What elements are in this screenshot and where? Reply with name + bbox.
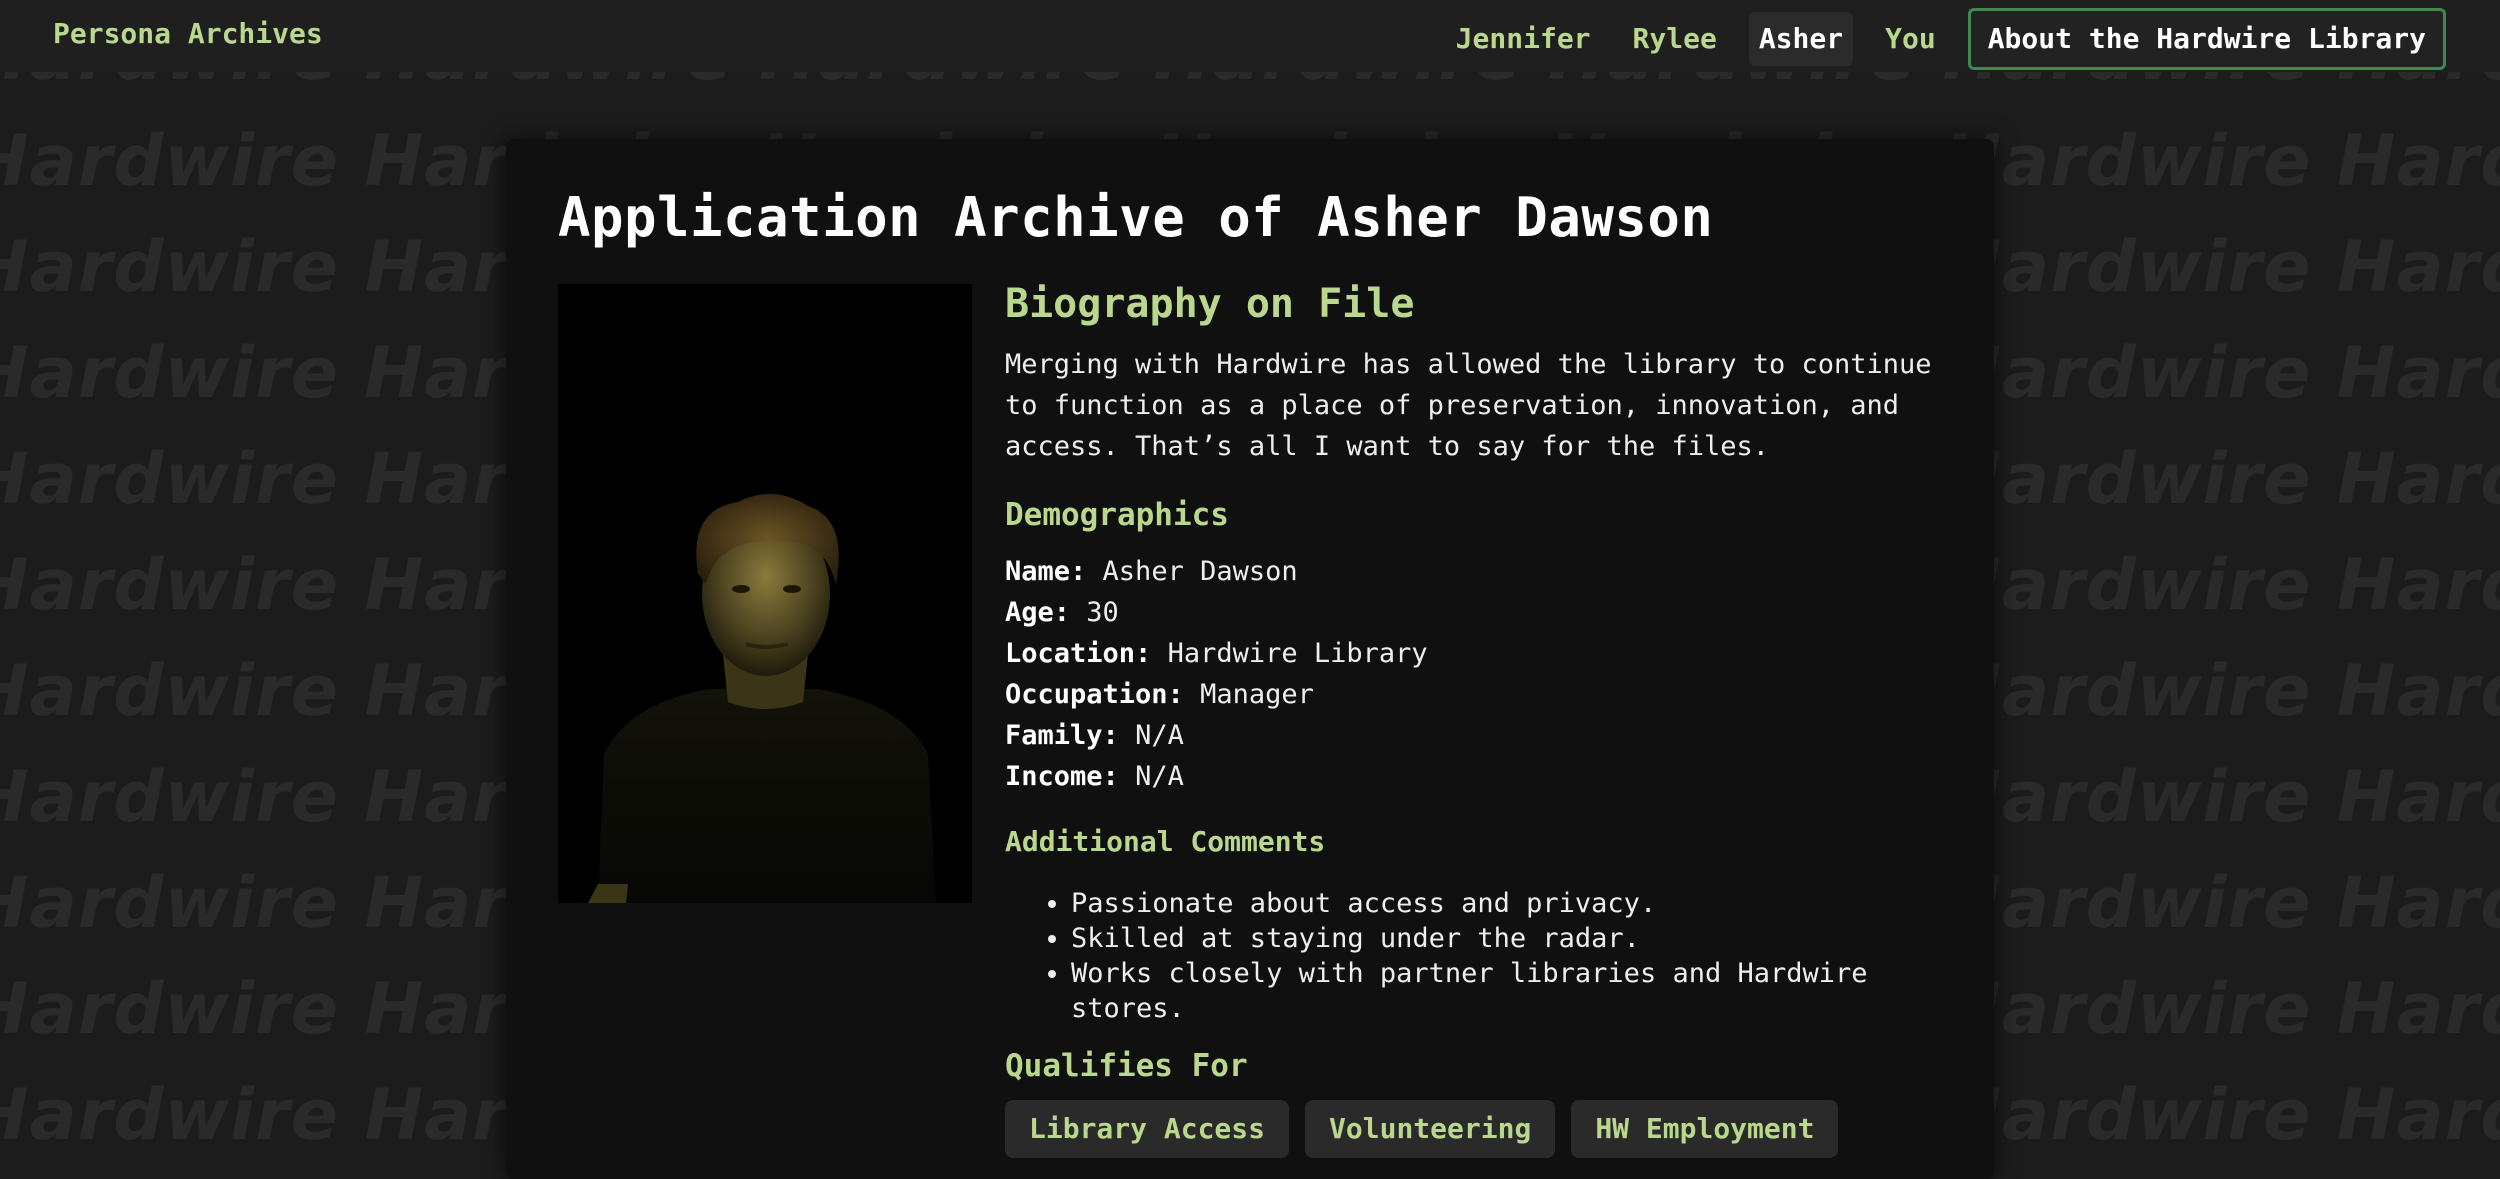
demographic-value: N/A xyxy=(1135,720,1184,751)
top-navigation-bar: Persona Archives Jennifer Rylee Asher Yo… xyxy=(0,0,2500,72)
demographic-value: Manager xyxy=(1200,679,1314,710)
list-item: Passionate about access and privacy. xyxy=(1071,886,1935,921)
demographic-label: Location: xyxy=(1005,638,1152,669)
tag-volunteering: Volunteering xyxy=(1305,1100,1556,1158)
tag-library-access: Library Access xyxy=(1005,1100,1290,1158)
biography-text: Merging with Hardwire has allowed the li… xyxy=(1005,349,1932,462)
profile-content: Biography on File Merging with Hardwire … xyxy=(1005,284,1935,1158)
brand-link[interactable]: Persona Archives xyxy=(53,17,323,50)
qualification-tags: Library Access Volunteering HW Employmen… xyxy=(1005,1100,1935,1158)
demographic-label: Income: xyxy=(1005,761,1119,792)
demographic-label: Family: xyxy=(1005,720,1119,751)
demographic-occupation: Occupation: Manager xyxy=(1005,674,1935,715)
demographic-value: 30 xyxy=(1086,597,1119,628)
nav-link-jennifer[interactable]: Jennifer xyxy=(1446,12,1601,66)
demographics-heading: Demographics xyxy=(1005,497,1229,533)
qualifies-for-heading: Qualifies For xyxy=(1005,1048,1248,1084)
demographics-list: Name: Asher Dawson Age: 30 Location: Har… xyxy=(1005,551,1935,797)
portrait-image xyxy=(558,284,972,903)
page-title: Application Archive of Asher Dawson xyxy=(558,186,1714,249)
list-item: Works closely with partner libraries and… xyxy=(1071,956,1935,1026)
tag-hw-employment: HW Employment xyxy=(1571,1100,1839,1158)
nav-link-asher[interactable]: Asher xyxy=(1748,12,1854,66)
demographic-value: Hardwire Library xyxy=(1167,638,1428,669)
demographic-value: Asher Dawson xyxy=(1102,556,1298,587)
profile-card: Application Archive of Asher Dawson Biog… xyxy=(506,139,1994,1179)
demographic-age: Age: 30 xyxy=(1005,592,1935,633)
profile-photo xyxy=(558,284,972,903)
demographic-label: Age: xyxy=(1005,597,1071,628)
additional-comments-heading: Additional Comments xyxy=(1005,825,1326,858)
demographic-location: Location: Hardwire Library xyxy=(1005,633,1935,674)
nav-link-you[interactable]: You xyxy=(1875,12,1946,66)
comments-list: Passionate about access and privacy. Ski… xyxy=(1005,886,1935,1026)
demographic-family: Family: N/A xyxy=(1005,715,1935,756)
demographic-name: Name: Asher Dawson xyxy=(1005,551,1935,592)
list-item: Skilled at staying under the radar. xyxy=(1071,921,1935,956)
demographic-label: Name: xyxy=(1005,556,1087,587)
nav-link-rylee[interactable]: Rylee xyxy=(1623,12,1727,66)
demographic-label: Occupation: xyxy=(1005,679,1184,710)
biography-heading: Biography on File xyxy=(1005,281,1415,327)
demographic-income: Income: N/A xyxy=(1005,756,1935,797)
nav-links: Jennifer Rylee Asher You About the Hardw… xyxy=(1446,8,2446,70)
about-library-button[interactable]: About the Hardwire Library xyxy=(1967,8,2446,70)
demographic-value: N/A xyxy=(1135,761,1184,792)
